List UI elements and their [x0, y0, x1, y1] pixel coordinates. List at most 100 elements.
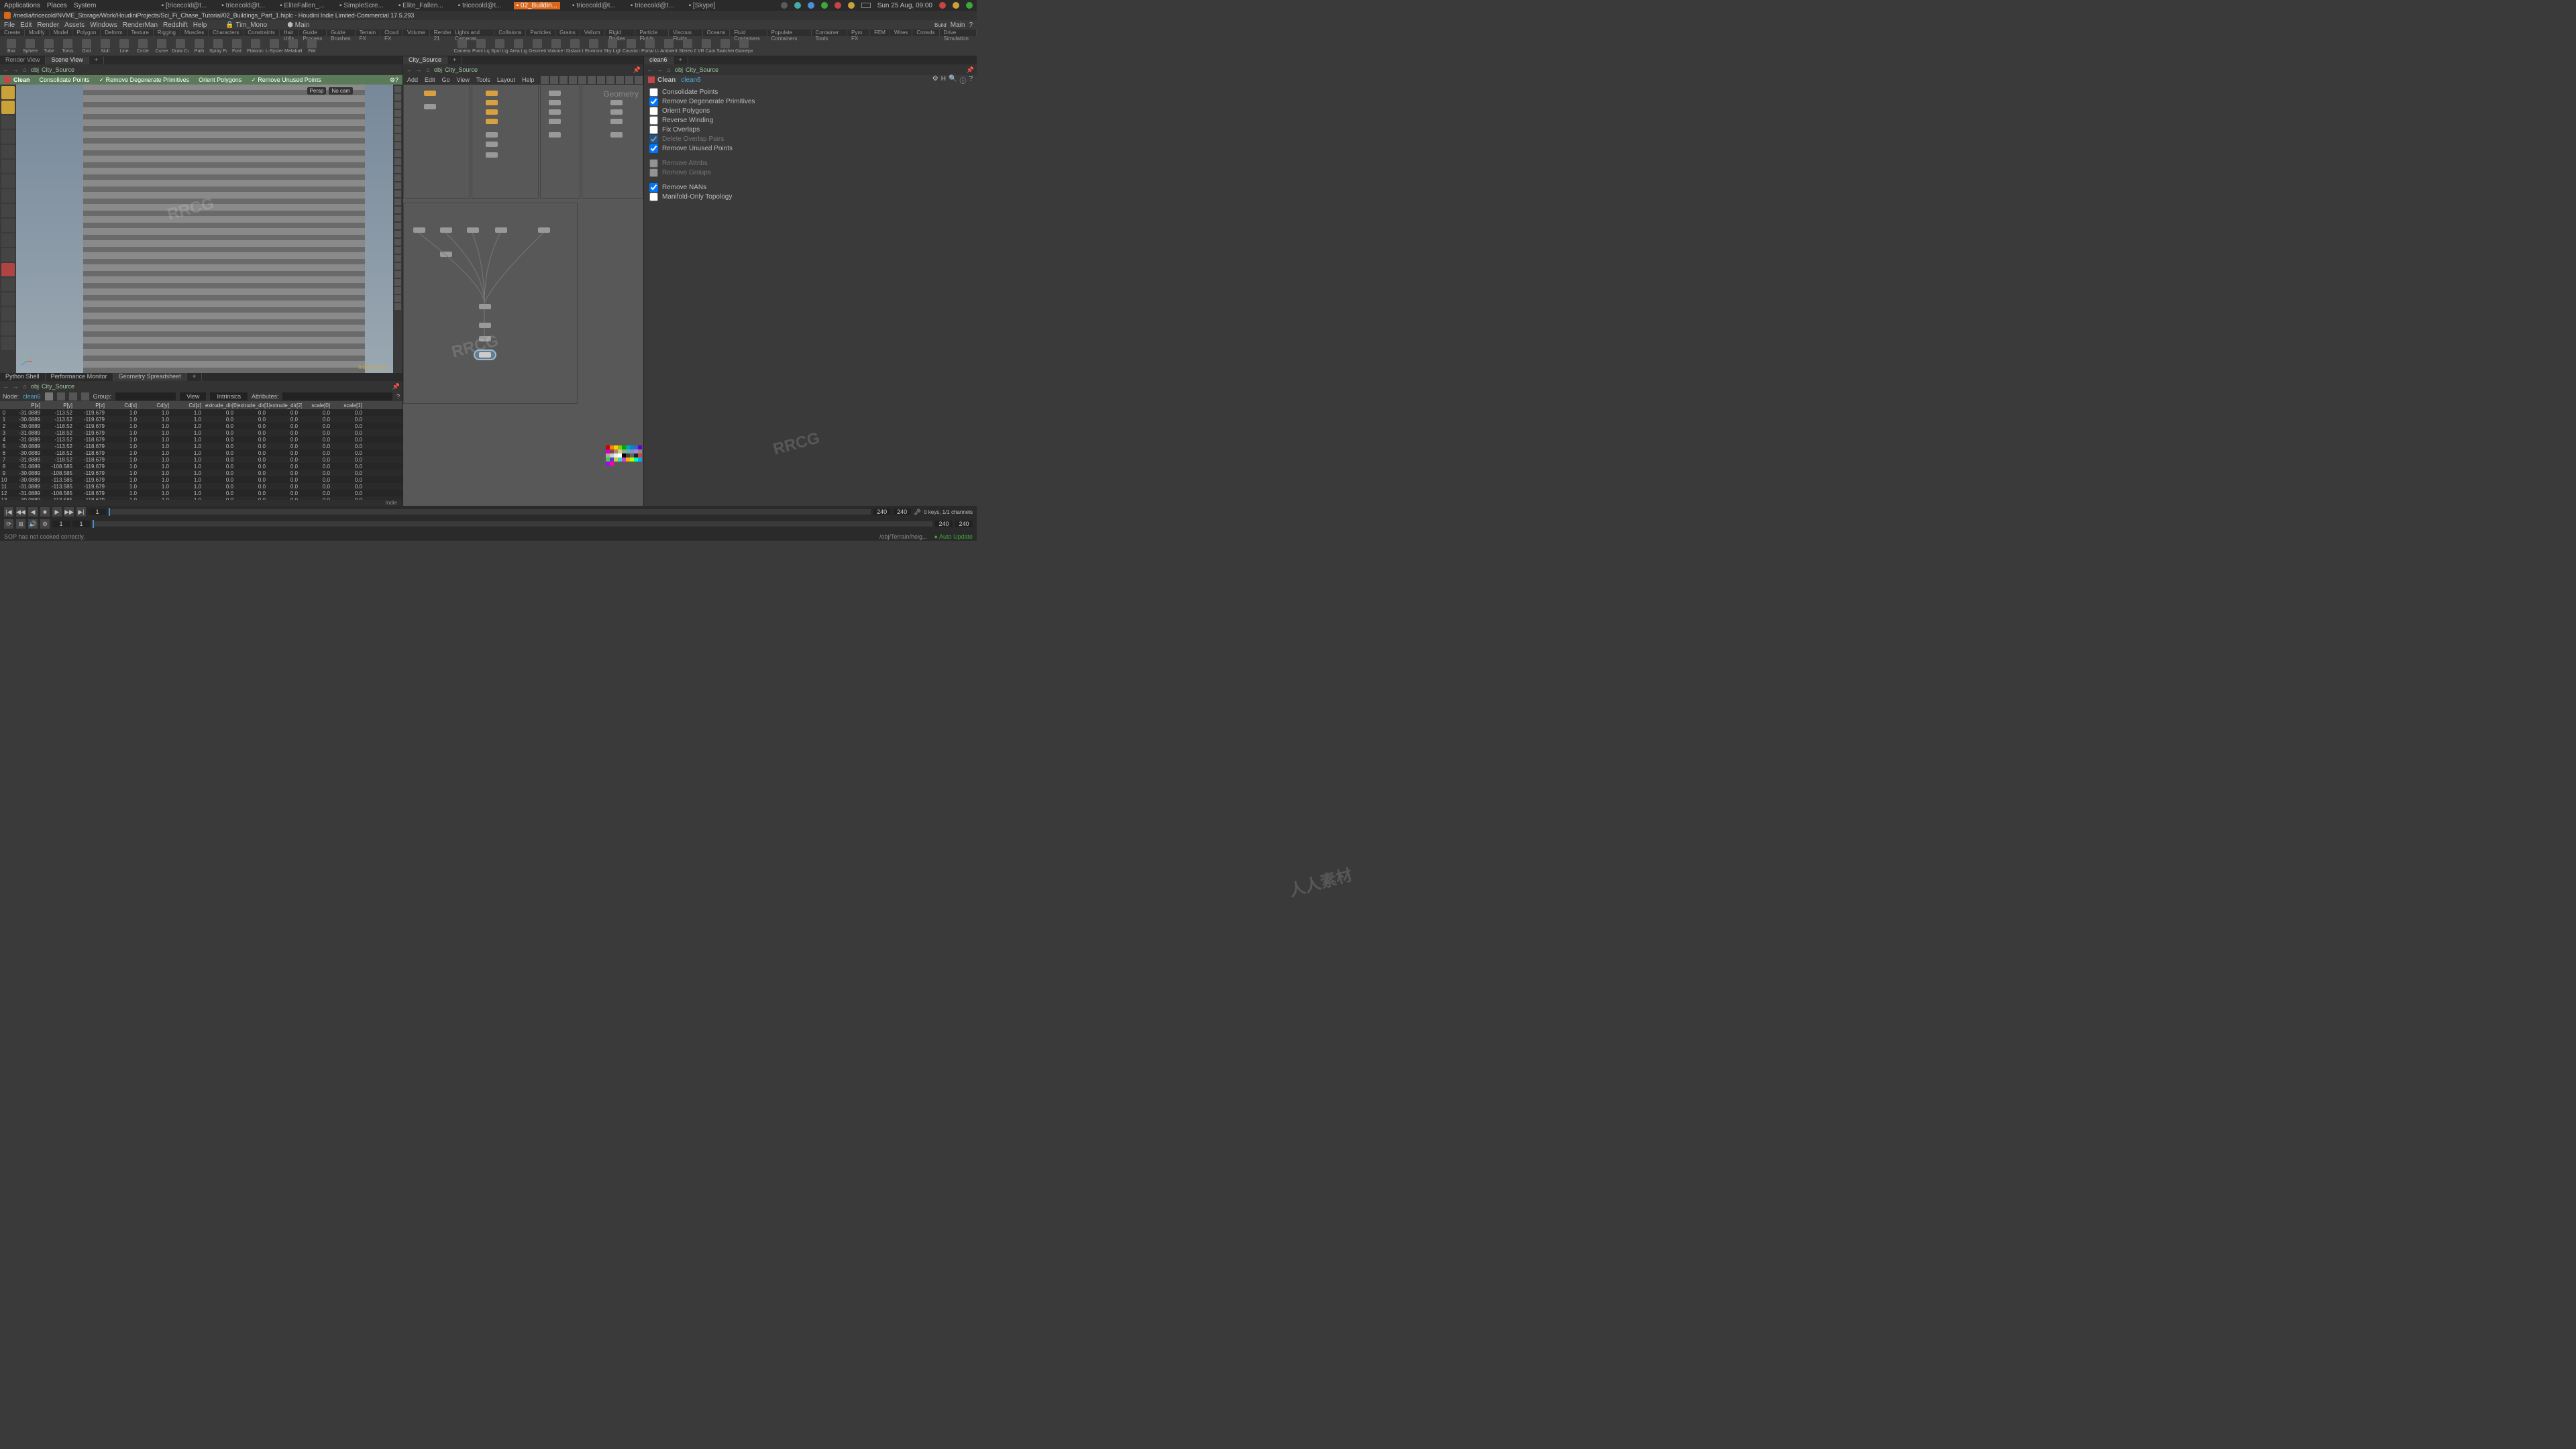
shelf-tool[interactable]: Font	[228, 39, 246, 54]
first-frame-button[interactable]: |◀	[4, 507, 13, 517]
home-icon[interactable]: ⌂	[665, 66, 672, 73]
viewport-display-tool[interactable]	[394, 174, 401, 181]
stop-button[interactable]: ■	[40, 507, 50, 517]
shelf-tab[interactable]: Hair Utils	[280, 30, 299, 36]
verts-icon[interactable]	[57, 392, 65, 400]
shelf-tab[interactable]: Volume	[403, 30, 430, 36]
end-input2[interactable]	[955, 521, 973, 527]
viewport-display-tool[interactable]	[394, 303, 401, 310]
gear-icon[interactable]: ⚙	[40, 519, 50, 529]
task-button[interactable]: ▪ tricecold@t...	[455, 2, 504, 9]
home-icon[interactable]: ⌂	[21, 383, 28, 390]
menu-item[interactable]: RenderMan	[123, 21, 158, 29]
param-checkbox[interactable]	[649, 125, 658, 134]
sys-menu[interactable]: System	[74, 2, 96, 9]
realtime-button[interactable]: ⟳	[4, 519, 13, 529]
back-icon[interactable]: ←	[3, 66, 9, 73]
color-palette[interactable]	[606, 445, 642, 466]
viewport-tool[interactable]	[1, 204, 15, 217]
task-button[interactable]: ▪ SimpleScre...	[337, 2, 386, 9]
node-clean6[interactable]	[479, 352, 491, 358]
color-swatch[interactable]	[638, 458, 642, 462]
table-row[interactable]: 0-31.0889-113.52-119.6791.01.01.00.00.00…	[0, 409, 402, 416]
back-icon[interactable]: ←	[3, 383, 9, 390]
viewport-display-tool[interactable]	[394, 279, 401, 286]
shelf-tool[interactable]: File	[303, 39, 321, 54]
fwd-icon[interactable]: →	[656, 66, 663, 73]
steam-icon[interactable]	[781, 2, 788, 9]
shelf-tool[interactable]: Portal Light	[641, 39, 659, 54]
task-button[interactable]: ▪ [tricecold@t...	[159, 2, 210, 9]
crumb-root[interactable]: obj	[675, 66, 683, 73]
viewport-tool[interactable]	[1, 86, 15, 99]
task-button[interactable]: ▪ tricecold@t...	[628, 2, 677, 9]
battery-icon[interactable]	[861, 3, 871, 8]
shelf-tab[interactable]: Rigid Bodies	[605, 30, 636, 36]
shelf-tool[interactable]: Ambient Light	[660, 39, 678, 54]
audio-button[interactable]: 🔊	[28, 519, 38, 529]
play-button[interactable]: ▶	[52, 507, 62, 517]
auto-update[interactable]: Auto Update	[939, 533, 973, 540]
shelf-tool[interactable]: Line	[115, 39, 133, 54]
shelf-tab[interactable]: Wires	[890, 30, 912, 36]
task-button[interactable]: ▪ 02_Buildin...	[514, 2, 560, 9]
menu-item[interactable]: Edit	[20, 21, 32, 29]
tray-icon[interactable]	[808, 2, 814, 9]
table-row[interactable]: 3-31.0889-118.52-119.6791.01.01.00.00.00…	[0, 429, 402, 436]
table-row[interactable]: 1-30.0889-113.52-119.6791.01.01.00.00.00…	[0, 416, 402, 423]
table-row[interactable]: 4-31.0889-113.52-118.6791.01.01.00.00.00…	[0, 436, 402, 443]
pin-icon[interactable]: 📌	[633, 66, 641, 74]
network-menu-item[interactable]: Add	[407, 76, 418, 83]
menu-item[interactable]: Redshift	[163, 21, 188, 29]
shelf-tab[interactable]: Drive Simulation	[940, 30, 977, 36]
network-menu-item[interactable]: View	[457, 76, 470, 83]
shelf-tool[interactable]: Curve	[153, 39, 170, 54]
network-quad[interactable]	[540, 85, 580, 199]
op-item[interactable]: Orient Polygons	[199, 76, 241, 83]
cam-label[interactable]: No cam	[329, 87, 353, 95]
op-item[interactable]: Remove Degenerate Primitives	[106, 76, 190, 83]
col-header[interactable]: P[y]	[44, 402, 76, 409]
view-dropdown[interactable]: View	[180, 392, 206, 400]
search-icon[interactable]: 🔍	[949, 75, 957, 85]
desktop-dropdown[interactable]: Main	[951, 21, 965, 29]
node-value[interactable]: clean6	[23, 393, 41, 400]
network-quad[interactable]: Geometry	[582, 85, 643, 199]
col-header[interactable]: scale[0]	[302, 402, 334, 409]
shelf-tab[interactable]: Characters	[209, 30, 244, 36]
viewport-tool[interactable]	[1, 160, 15, 173]
detail-icon[interactable]	[81, 392, 89, 400]
home-icon[interactable]: ⌂	[21, 66, 28, 73]
tray-icon[interactable]	[848, 2, 855, 9]
network-quad[interactable]	[472, 85, 539, 199]
table-row[interactable]: 2-30.0889-118.52-119.6791.01.01.00.00.00…	[0, 423, 402, 429]
viewport-display-tool[interactable]	[394, 255, 401, 262]
shelf-tab[interactable]: Particles	[526, 30, 555, 36]
shelf-tool[interactable]: Tube	[40, 39, 58, 54]
shelf-tool[interactable]: Draw Curve	[172, 39, 189, 54]
viewport-tool[interactable]	[1, 278, 15, 291]
param-checkbox[interactable]	[649, 88, 658, 97]
end-frame-input2[interactable]	[894, 508, 911, 515]
table-row[interactable]: 7-31.0889-118.52-118.6791.01.01.00.00.00…	[0, 456, 402, 463]
shelf-tab[interactable]: Container Tools	[812, 30, 847, 36]
network-toolbar-icon[interactable]	[635, 76, 643, 84]
op-item[interactable]: Remove Unused Points	[258, 76, 321, 83]
shelf-tool[interactable]: Metaball	[284, 39, 302, 54]
prev-frame-button[interactable]: ◀	[28, 507, 38, 517]
network-toolbar-icon[interactable]	[616, 76, 624, 84]
viewport-display-tool[interactable]	[394, 271, 401, 278]
shelf-tool[interactable]: Volume Light	[547, 39, 565, 54]
params-tab[interactable]: clean6	[644, 56, 674, 64]
shelf-tab[interactable]: Crowds	[912, 30, 939, 36]
col-header[interactable]: P[z]	[76, 402, 109, 409]
network-menu-item[interactable]: Layout	[497, 76, 515, 83]
task-button[interactable]: ▪ tricecold@t...	[570, 2, 619, 9]
crumb-node[interactable]: City_Source	[42, 66, 74, 73]
table-row[interactable]: 11-31.0889-113.585-119.6791.01.01.00.00.…	[0, 483, 402, 490]
viewport-tool[interactable]	[1, 322, 15, 335]
viewport-display-tool[interactable]	[394, 118, 401, 125]
viewport-tool[interactable]	[1, 189, 15, 203]
menu-item[interactable]: File	[4, 21, 15, 29]
shelf-tab[interactable]: FEM	[870, 30, 890, 36]
